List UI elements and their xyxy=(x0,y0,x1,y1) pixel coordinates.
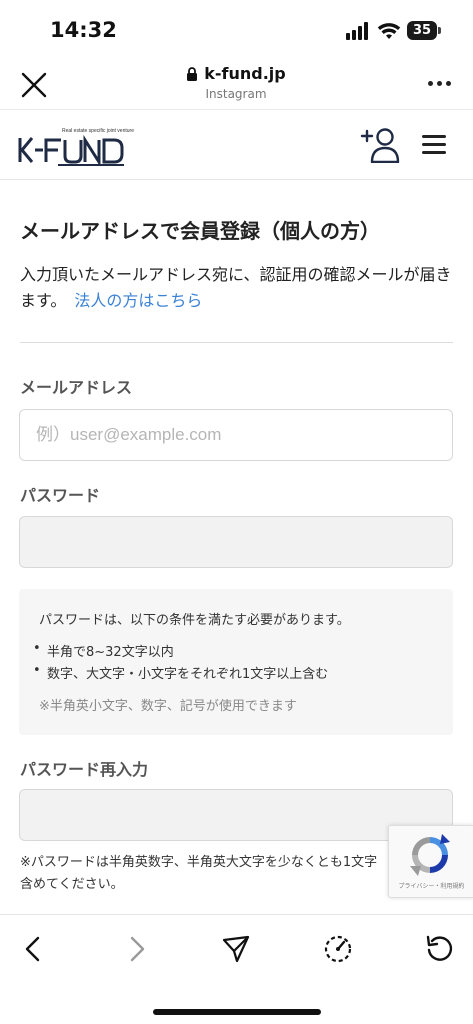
recaptcha-icon xyxy=(410,834,450,876)
recaptcha-footer[interactable]: プライバシー・利用規約 xyxy=(389,881,473,890)
requirement-item: 半角で8~32文字以内 xyxy=(33,641,174,660)
browser-toolbar xyxy=(0,914,473,1024)
intro-text: 入力頂いたメールアドレス宛に、認証用の確認メールが届きます。 法人の方はこちら xyxy=(20,262,460,314)
battery-cap xyxy=(438,27,441,34)
share-icon[interactable] xyxy=(220,933,252,965)
password-requirements: パスワードは、以下の条件を満たす必要があります。 半角で8~32文字以内 数字、… xyxy=(19,589,453,735)
email-label: メールアドレス xyxy=(20,378,133,397)
back-icon[interactable] xyxy=(18,933,50,965)
battery-indicator: 35 xyxy=(407,21,437,40)
requirements-intro: パスワードは、以下の条件を満たす必要があります。 xyxy=(39,613,350,628)
user-add-icon[interactable] xyxy=(360,127,402,163)
page-title: メールアドレスで会員登録（個人の方） xyxy=(20,219,380,243)
site-logo[interactable]: Real estate specific joint venture xyxy=(18,128,134,168)
password-field[interactable] xyxy=(19,516,453,568)
password-note: ※パスワードは半角英数字、半角英大文字を少なくとも1文字含めてください。 xyxy=(20,855,378,892)
corporate-registration-link[interactable]: 法人の方はこちら xyxy=(74,291,202,310)
url-display[interactable]: k-fund.jp Instagram xyxy=(136,64,336,101)
wifi-icon xyxy=(377,23,401,39)
lock-icon xyxy=(187,66,198,81)
email-field[interactable] xyxy=(19,409,453,461)
home-indicator xyxy=(153,1009,321,1015)
site-header: Real estate specific joint venture xyxy=(0,110,473,180)
status-time: 14:32 xyxy=(50,18,117,42)
speed-icon[interactable] xyxy=(322,933,354,965)
password-confirm-label: パスワード再入力 xyxy=(20,760,149,779)
requirement-item: 数字、大文字・小文字をそれぞれ1文字以上含む xyxy=(33,663,328,682)
signal-icon xyxy=(346,22,370,40)
requirements-note: ※半角英小文字、数字、記号が使用できます xyxy=(39,699,297,714)
recaptcha-badge[interactable]: プライバシー・利用規約 xyxy=(388,825,473,898)
logo-tagline: Real estate specific joint venture xyxy=(62,128,134,134)
close-icon[interactable] xyxy=(20,71,48,99)
forward-icon[interactable] xyxy=(120,933,152,965)
divider xyxy=(20,342,453,343)
browser-header: k-fund.jp Instagram xyxy=(0,58,473,110)
url-domain: k-fund.jp xyxy=(204,64,286,83)
menu-icon[interactable] xyxy=(422,135,446,154)
url-source: Instagram xyxy=(205,87,267,101)
more-icon[interactable] xyxy=(428,75,452,91)
status-bar: 14:32 35 xyxy=(0,0,473,58)
password-label: パスワード xyxy=(20,486,101,505)
reload-icon[interactable] xyxy=(424,933,456,965)
